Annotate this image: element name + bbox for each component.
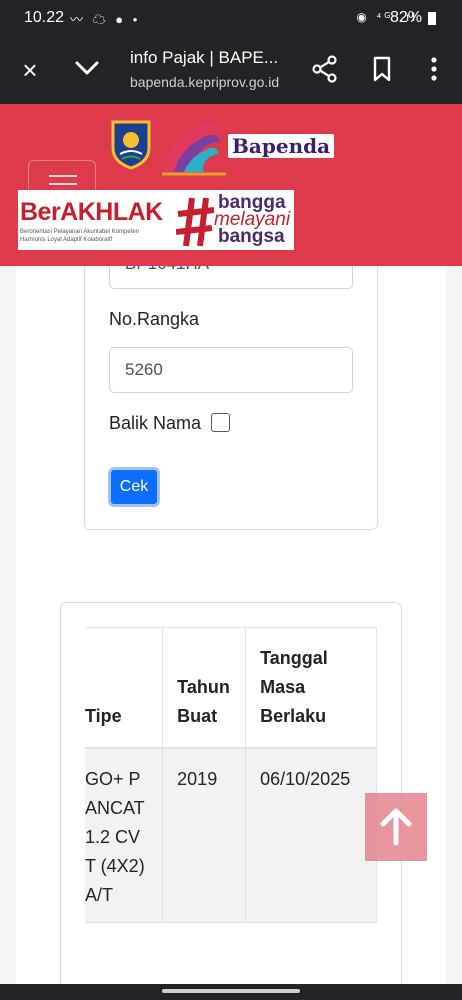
berakhlak-tagline-2: Harmonis Loyal Adaptif Kolaboratif [20,237,113,243]
table-header-row: Tipe Tahun Buat Tanggal Masa Berlaku [85,627,377,749]
table-row: GO+ PANCAT 1.2 CVT (4X2) A/T 2019 06/10/… [85,748,377,923]
berakhlak-tagline-1: Berorientasi Pelayanan Akuntabel Kompete… [20,229,140,235]
hashtag-icon [175,190,216,250]
chevron-down-icon[interactable] [70,52,104,84]
home-gesture-handle[interactable] [162,989,300,993]
battery-percent: 82% [389,9,422,26]
cell-tahun-buat: 2019 [162,748,247,923]
battery-icon [428,12,436,25]
bangsa-text: bangsa [218,226,285,247]
rangka-input[interactable]: 5260 [109,347,353,393]
cell-tipe: GO+ PANCAT 1.2 CVT (4X2) A/T [85,748,164,923]
status-bar: 10.22 〰 ☁ ● • ◉ ⁴ᴳ .ıl 82% [0,0,462,36]
header-tipe: Tipe [85,627,164,749]
berakhlak-title: BerAKHLAK [20,198,163,226]
header-tahun-buat: Tahun Buat [162,627,247,749]
berakhlak-banner: BerAKHLAK Berorientasi Pelayanan Akuntab… [18,190,294,250]
arrow-up-icon [380,808,412,846]
result-card: Tipe Tahun Buat Tanggal Masa Berlaku GO+… [60,602,402,984]
page-title: info Pajak | BAPE... [130,48,279,67]
status-time: 10.22 [24,9,65,26]
brand-text: Bapenda [228,134,335,158]
bookmark-icon[interactable] [368,54,396,84]
menu-icon [49,175,77,177]
share-icon[interactable] [310,54,340,84]
rangka-label: No.Rangka [109,309,200,329]
balik-nama-label: Balik Nama [109,413,202,433]
site-header: Bapenda BerAKHLAK Berorientasi Pelayanan… [0,104,462,266]
page-url: bapenda.kepriprov.go.id [130,74,280,90]
cell-tanggal-masa-berlaku: 06/10/2025 [245,748,377,923]
province-emblem-logo [110,118,152,170]
scroll-to-top-button[interactable] [365,793,427,861]
more-options-icon[interactable] [420,54,448,84]
balik-nama-checkbox[interactable] [211,413,230,432]
header-tanggal-masa-berlaku: Tanggal Masa Berlaku [245,627,377,749]
vehicle-search-form: BP1641HA No.Rangka 5260 Balik Nama Cek [84,224,378,530]
system-navigation-bar [0,984,462,1000]
notification-icons: 〰 ☁ ● • [70,12,141,27]
result-table: Tipe Tahun Buat Tanggal Masa Berlaku GO+… [85,627,377,923]
result-table-scroll[interactable]: Tipe Tahun Buat Tanggal Masa Berlaku GO+… [85,627,377,952]
cek-button[interactable]: Cek [108,467,160,507]
close-icon[interactable]: × [14,54,46,86]
browser-toolbar: × info Pajak | BAPE... bapenda.kepriprov… [0,36,462,104]
